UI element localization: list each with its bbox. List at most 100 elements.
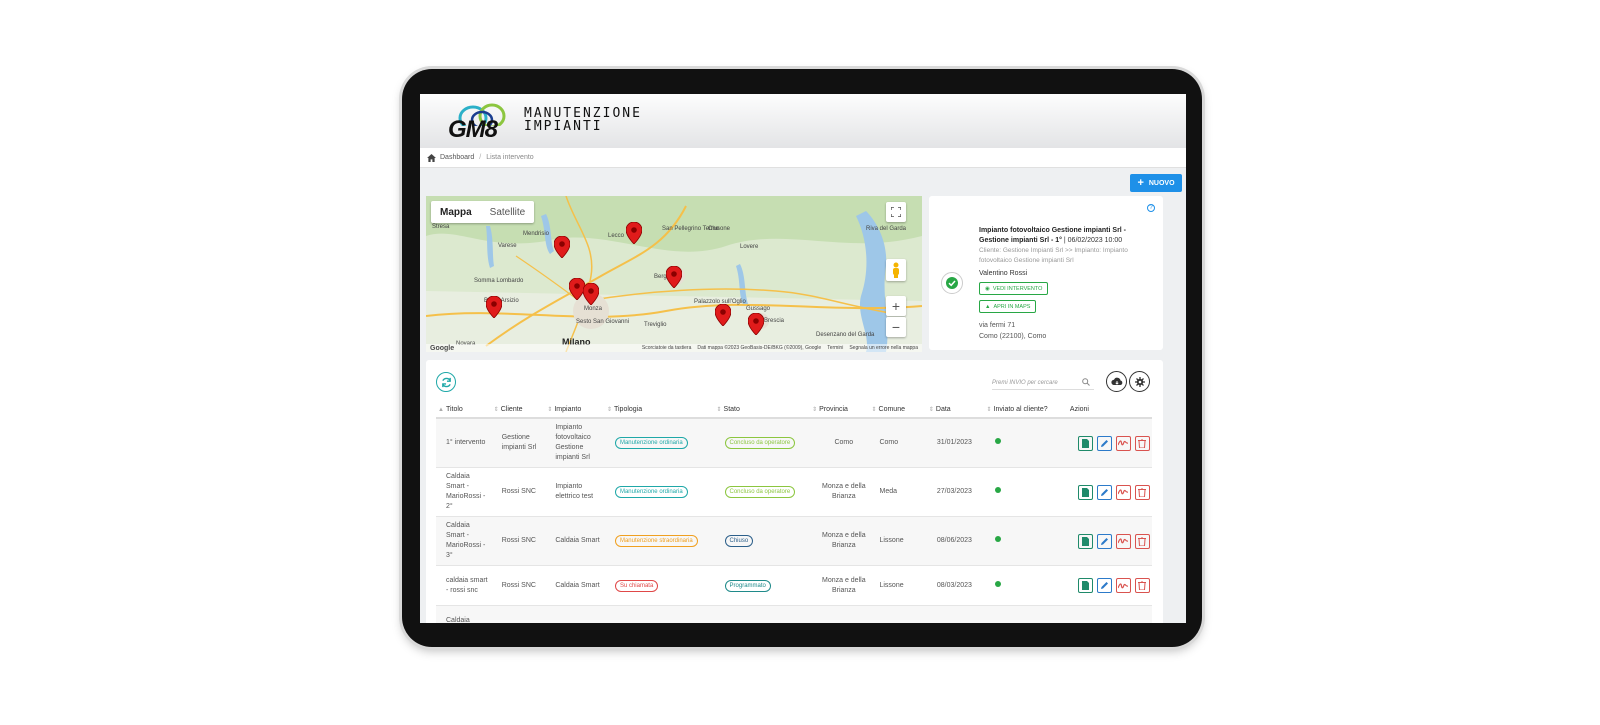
edit-button[interactable] <box>1096 533 1112 549</box>
zoom-in-icon[interactable]: + <box>886 296 906 316</box>
cell-provincia: Monza e della Brianza <box>810 565 870 606</box>
status-check-icon <box>941 272 963 294</box>
cell-impianto: Impianto fotovoltaico Gestione impianti … <box>545 418 605 468</box>
logo[interactable]: GM8 MANUTENZIONE IMPIANTI <box>448 102 642 143</box>
info-subtitle: Cliente: Gestione Impianti Srl >> Impian… <box>979 247 1128 264</box>
view-intervention-label: VEDI INTERVENTO <box>992 285 1043 292</box>
col-titolo[interactable]: ▲ Titolo <box>436 402 492 419</box>
map-icon: ▲ <box>985 303 991 310</box>
edit-button[interactable] <box>1096 578 1112 593</box>
signature-button[interactable] <box>1115 533 1131 549</box>
map-shortcuts-link[interactable]: Scorciatoie da tastiera <box>642 345 691 351</box>
col-inviato[interactable]: ⇕ Inviato al cliente? <box>984 402 1068 419</box>
cell-comune: Lissone <box>869 516 927 566</box>
tipologia-badge: Su chiamata <box>614 579 659 592</box>
search-placeholder: Premi INVIO per cercare <box>992 379 1058 386</box>
pdf-button[interactable] <box>1077 435 1093 451</box>
signature-button[interactable] <box>1115 435 1131 451</box>
edit-button[interactable] <box>1096 435 1112 451</box>
edit-button[interactable] <box>1096 484 1112 500</box>
cell-comune: Lissone <box>869 565 927 606</box>
zoom-out-icon[interactable]: − <box>886 317 906 337</box>
pdf-icon <box>1081 487 1089 497</box>
app-screen: GM8 MANUTENZIONE IMPIANTI Dashboard / Li… <box>420 94 1186 623</box>
sent-check-icon <box>994 438 1001 444</box>
pdf-button[interactable] <box>1077 484 1093 500</box>
col-cliente[interactable]: ⇕ Cliente <box>491 402 546 419</box>
map-type-map[interactable]: Mappa <box>431 201 481 223</box>
city-somma: Somma Lombardo <box>474 278 524 284</box>
map-report-link[interactable]: Segnala un errore nella mappa <box>849 345 918 351</box>
delete-button[interactable] <box>1134 435 1150 451</box>
table-row[interactable]: Caldaia <box>436 605 1152 623</box>
col-tipologia[interactable]: ⇕ Tipologia <box>604 402 715 419</box>
table-row[interactable]: Caldaia Smart - MarioRossi - 2° Rossi SN… <box>436 467 1152 517</box>
stato-badge: Concluso da operatore <box>724 486 796 498</box>
street-view-icon[interactable] <box>886 259 906 281</box>
table-row[interactable]: caldaia smart - rossi snc Rossi SNC Cald… <box>436 565 1152 606</box>
info-address-street: via fermi 71 <box>979 322 1016 329</box>
col-stato[interactable]: ⇕ Stato <box>714 402 811 419</box>
col-comune[interactable]: ⇕ Comune <box>869 402 927 419</box>
signature-button[interactable] <box>1115 578 1131 593</box>
pdf-icon <box>1081 438 1089 448</box>
col-impianto[interactable]: ⇕ Impianto <box>545 402 605 419</box>
refresh-button[interactable] <box>436 372 456 392</box>
sent-check-icon <box>994 487 1001 493</box>
help-icon[interactable]: ? <box>1147 204 1155 212</box>
delete-button[interactable] <box>1134 484 1150 500</box>
table-row[interactable]: Caldaia Smart - MarioRossi - 3° Rossi SN… <box>436 516 1152 566</box>
pdf-icon <box>1081 581 1089 590</box>
map-marker-icon[interactable] <box>715 304 731 326</box>
cell-provincia: Monza e della Brianza <box>810 516 870 566</box>
pencil-icon <box>1100 537 1108 545</box>
intervention-info-card: ? Impianto fotovoltaico Gestione impiant… <box>929 196 1163 350</box>
info-title-date: | 06/02/2023 10:00 <box>1063 237 1123 244</box>
logo-line-2: IMPIANTI <box>524 119 603 134</box>
cell-data: 08/06/2023 <box>926 516 985 566</box>
city-riva: Riva del Garda <box>866 226 907 232</box>
map[interactable]: Stresa Mendrisio Varese Lecco San Pelleg… <box>426 196 922 352</box>
cell-titolo: 1° intervento <box>436 418 492 468</box>
map-marker-icon[interactable] <box>626 222 642 244</box>
map-marker-icon[interactable] <box>583 283 599 305</box>
col-data[interactable]: ⇕ Data <box>926 402 985 419</box>
delete-button[interactable] <box>1134 533 1150 549</box>
pdf-button[interactable] <box>1077 578 1093 593</box>
delete-button[interactable] <box>1134 578 1150 593</box>
search-icon <box>1082 378 1090 386</box>
home-icon <box>427 153 436 162</box>
cell-provincia: Como <box>810 418 870 468</box>
map-marker-icon[interactable] <box>554 236 570 258</box>
map-marker-icon[interactable] <box>486 296 502 318</box>
map-type-satellite[interactable]: Satellite <box>481 201 535 223</box>
pdf-button[interactable] <box>1077 533 1093 549</box>
new-button[interactable]: + NUOVO <box>1130 174 1182 192</box>
fullscreen-icon[interactable] <box>886 202 906 222</box>
city-stresa: Stresa <box>432 224 450 230</box>
open-in-maps-button[interactable]: ▲ APRI IN MAPS <box>979 300 1037 313</box>
map-marker-icon[interactable] <box>748 313 764 335</box>
pdf-icon <box>1081 536 1089 546</box>
signature-button[interactable] <box>1115 484 1131 500</box>
info-operator: Valentino Rossi <box>979 270 1028 277</box>
view-intervention-button[interactable]: ◉ VEDI INTERVENTO <box>979 282 1049 295</box>
map-marker-icon[interactable] <box>666 266 682 288</box>
breadcrumb-dashboard[interactable]: Dashboard <box>440 154 474 161</box>
col-provincia[interactable]: ⇕ Provincia <box>810 402 870 419</box>
sent-check-icon <box>994 580 1001 587</box>
city-sesto: Sesto San Giovanni <box>576 319 630 325</box>
logo-mark: GM8 <box>448 102 512 143</box>
signature-icon <box>1118 489 1129 495</box>
refresh-icon <box>441 377 451 387</box>
settings-button[interactable] <box>1129 371 1150 392</box>
city-mendrisio: Mendrisio <box>523 231 550 237</box>
signature-icon <box>1118 440 1129 446</box>
cloud-download-button[interactable] <box>1106 371 1127 392</box>
map-terms-link[interactable]: Termini <box>827 345 843 351</box>
breadcrumb-current: Lista intervento <box>486 154 534 161</box>
city-monza: Monza <box>584 306 603 312</box>
search-input[interactable]: Premi INVIO per cercare <box>992 376 1094 390</box>
table-row[interactable]: 1° intervento Gestione impianti Srl Impi… <box>436 418 1152 468</box>
city-lovere: Lovere <box>740 244 759 250</box>
